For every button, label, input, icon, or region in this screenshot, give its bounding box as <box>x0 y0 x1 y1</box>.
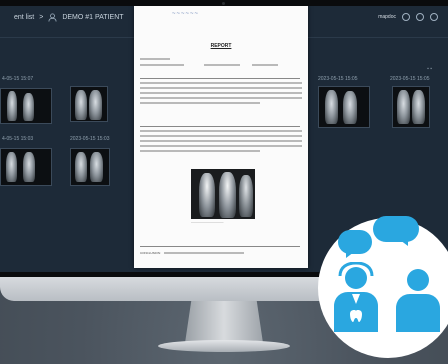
thumb-date: 4-05-15 15:03 <box>2 136 34 142</box>
conclusion-label: CONCLUSION: <box>140 251 161 255</box>
camera-icon <box>222 2 225 5</box>
report-title: REPORT <box>210 43 232 49</box>
thumb-date: 2023-05-15 15:05 <box>390 76 430 82</box>
thumb-date: 2023-05-15 15:03 <box>70 136 110 142</box>
xray-thumbnail[interactable] <box>0 148 52 186</box>
xray-thumbnail[interactable] <box>318 86 370 128</box>
logout-icon[interactable] <box>430 13 438 21</box>
xray-thumbnail[interactable] <box>70 148 110 186</box>
xray-thumbnail[interactable] <box>392 86 430 128</box>
report-document: ~~~~~~ REPORT ――――――――――――― CONCLUSION: <box>134 6 308 268</box>
chat-bubble-icon <box>373 216 419 242</box>
settings-icon[interactable] <box>402 13 410 21</box>
monitor-stand-neck <box>185 301 263 343</box>
xray-thumbnail[interactable] <box>70 86 108 122</box>
user-label: mapdoc <box>378 14 396 20</box>
dentist-and-patient-icon <box>334 262 440 332</box>
intraoral-xray-image <box>191 169 255 219</box>
header-user-area: mapdoc <box>378 13 438 21</box>
xray-thumbnail[interactable] <box>0 88 52 124</box>
breadcrumb-separator: > <box>39 14 44 21</box>
profile-icon[interactable] <box>416 13 424 21</box>
thumb-date: 4-05-15 15:07 <box>2 76 34 82</box>
grid-options[interactable]: ▪ ▪ <box>427 66 432 72</box>
report-logo: ~~~~~~ <box>172 11 200 17</box>
chat-bubble-icon <box>338 230 372 254</box>
user-icon <box>48 13 57 22</box>
breadcrumb-patient-list[interactable]: ent list <box>14 14 34 21</box>
monitor-stand-foot <box>158 340 290 352</box>
breadcrumb: ent list > DEMO #1 PATIENT <box>14 13 124 22</box>
patient-name: DEMO #1 PATIENT <box>62 14 124 21</box>
thumb-date: 2023-05-15 15:05 <box>318 76 358 82</box>
image-caption: ――――――――――――― <box>191 221 224 224</box>
